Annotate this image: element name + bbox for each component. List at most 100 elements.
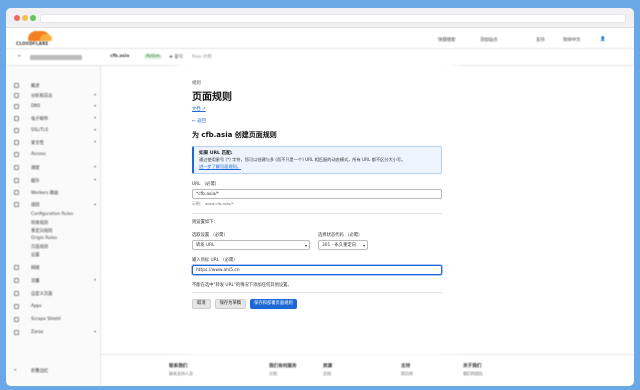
footer-column: 支持 知识库 xyxy=(401,364,413,377)
chevron-down-icon: ▾ xyxy=(93,329,96,334)
star-button[interactable]: ★ 星号 xyxy=(169,54,183,60)
sidebar-item-workers[interactable]: Workers 路由 xyxy=(6,189,101,198)
sidebar-item-ssl[interactable]: SSL/TLS ▾ xyxy=(6,127,101,136)
divider xyxy=(192,292,442,293)
sidebar-item-overview[interactable]: 概述 xyxy=(6,82,101,91)
quick-search-link[interactable]: 快捷搜索 xyxy=(438,37,456,43)
chevron-down-icon: ▾ xyxy=(93,127,96,132)
footer: 联系我们 联系支持人员 我们有何服务 计划 资源 文档 支持 知识库 关于我们 我们的团队 xyxy=(101,354,634,384)
sidebar-item-apps[interactable]: Apps xyxy=(6,303,101,312)
forwarding-note: 不能在选中"转发 URL"的情况下添加任何其他设置。 xyxy=(192,283,292,288)
chevron-down-icon: ▾ xyxy=(304,243,307,248)
footer-column: 关于我们 我们的团队 xyxy=(463,364,483,377)
access-icon xyxy=(14,152,19,157)
footer-link[interactable]: 联系支持人员 xyxy=(169,371,193,377)
sidebar-item-access[interactable]: Access xyxy=(6,151,101,160)
url-label: URL （必需） xyxy=(192,182,220,187)
cache-icon xyxy=(14,178,19,183)
sidebar-item-speed[interactable]: 速度 ▾ xyxy=(6,164,101,173)
sidebar-item-caching[interactable]: 缓存 ▾ xyxy=(6,177,101,186)
zone-bar: ← cfb.asia Active ★ 星号 Free 计划 xyxy=(6,48,634,66)
documentation-link[interactable]: 文档 ↗ xyxy=(192,106,206,112)
footer-column: 资源 文档 xyxy=(323,364,333,377)
browser-chrome xyxy=(6,8,634,28)
plan-label: Free 计划 xyxy=(192,55,212,60)
address-bar[interactable] xyxy=(40,14,626,23)
workers-icon xyxy=(14,190,19,195)
status-badge: Active xyxy=(144,54,162,59)
info-heading: 如果 URL 匹配: xyxy=(199,151,233,156)
zaraz-icon xyxy=(14,330,19,335)
top-navigation: CLOUDFLARE 快捷搜索 添加站点 支持 简体中文 👤 xyxy=(6,28,634,48)
back-arrow-icon[interactable]: ← xyxy=(18,54,22,59)
setting-label: 选取设置 （必需） xyxy=(192,233,228,238)
chevron-down-icon: ▾ xyxy=(362,243,365,248)
save-draft-button[interactable]: 保存为草稿 xyxy=(214,299,247,309)
sidebar-item-zaraz[interactable]: Zaraz ▾ xyxy=(6,329,101,338)
page-rule-form: 规则 页面规则 文档 ↗ ← 返回 为 cfb.asia 创建页面规则 如果 U… xyxy=(182,70,452,344)
sidebar-subitem[interactable]: 设置 xyxy=(6,251,101,260)
footer-link[interactable]: 文档 xyxy=(323,371,332,377)
chevron-down-icon: ▾ xyxy=(93,164,96,169)
sidebar-item-scrape-shield[interactable]: Scrape Shield xyxy=(6,316,101,325)
footer-link[interactable]: 计划 xyxy=(269,371,297,377)
divider xyxy=(192,213,442,214)
dns-icon xyxy=(14,104,19,109)
footer-link[interactable]: 我们的团队 xyxy=(463,371,483,377)
external-link-icon: ↗ xyxy=(201,107,206,112)
back-link[interactable]: ← 返回 xyxy=(192,118,442,124)
learn-more-link[interactable]: 进一步了解页面规则。 xyxy=(199,164,241,170)
form-title: 为 cfb.asia 创建页面规则 xyxy=(192,131,277,139)
cloudflare-logo[interactable]: CLOUDFLARE xyxy=(16,31,56,47)
then-settings-label: 则设置如下: xyxy=(192,220,215,225)
apps-icon xyxy=(14,304,19,309)
section-label: 规则 xyxy=(192,81,201,86)
url-input[interactable]: *cfb.asia/* xyxy=(192,189,442,199)
setting-select[interactable]: 转发 URL ▾ xyxy=(192,240,310,250)
sidebar-item-security[interactable]: 安全性 ▾ xyxy=(6,139,101,148)
lock-icon xyxy=(14,128,19,133)
sidebar-item-network[interactable]: 网络 xyxy=(6,264,101,273)
status-code-select[interactable]: 301 - 永久重定向 ▾ xyxy=(318,240,368,250)
chevron-down-icon: ▾ xyxy=(93,92,96,97)
destination-url-input[interactable]: https://www.ahi5.cn xyxy=(192,265,442,275)
destination-url-label: 输入目标 URL （必需） xyxy=(192,258,238,263)
sidebar-item-custom-pages[interactable]: 自定义页面 xyxy=(6,290,101,299)
save-deploy-button[interactable]: 保存和部署页面规则 xyxy=(250,299,297,309)
collapse-sidebar-button[interactable]: «折叠边栏 xyxy=(6,367,101,376)
chevron-down-icon: ▾ xyxy=(93,103,96,108)
network-icon xyxy=(14,265,19,270)
footer-column: 我们有何服务 计划 xyxy=(269,364,297,377)
url-hint: 示例： www.cfb.asia/* xyxy=(192,201,234,206)
chevron-down-icon: ▾ xyxy=(93,177,96,182)
support-menu[interactable]: 支持 xyxy=(536,37,545,43)
chevron-down-icon: ▾ xyxy=(93,115,96,120)
scrape-shield-icon xyxy=(14,317,19,322)
user-icon[interactable]: 👤 xyxy=(600,37,605,42)
email-icon xyxy=(14,116,19,121)
page-title: 页面规则 xyxy=(192,92,232,103)
zone-domain[interactable]: cfb.asia xyxy=(110,54,129,59)
footer-column: 联系我们 联系支持人员 xyxy=(169,364,193,377)
info-box: 如果 URL 匹配: 通过使用星号 (*) 字符，您可以创建与多 (而不只是一个… xyxy=(192,146,442,174)
chevron-down-icon: ▾ xyxy=(93,139,96,144)
speed-icon xyxy=(14,165,19,170)
sidebar-item-dns[interactable]: DNS ▾ xyxy=(6,103,101,112)
add-site-link[interactable]: 添加站点 xyxy=(480,37,498,43)
chevron-down-icon: ▾ xyxy=(93,277,96,282)
maximize-window-button[interactable] xyxy=(30,15,36,21)
rules-icon xyxy=(14,202,19,207)
sidebar-item-traffic[interactable]: 流量 ▾ xyxy=(6,277,101,286)
shield-icon xyxy=(14,140,19,145)
sidebar-item-analytics[interactable]: 分析和日志 ▾ xyxy=(6,92,101,101)
sidebar-item-rules[interactable]: 规则 ▴ xyxy=(6,201,101,210)
minimize-window-button[interactable] xyxy=(22,15,28,21)
sidebar-item-email[interactable]: 电子邮件 ▾ xyxy=(6,115,101,124)
language-menu[interactable]: 简体中文 xyxy=(563,37,581,43)
footer-link[interactable]: 知识库 xyxy=(401,371,413,377)
status-code-label: 选择状态代码 （必需） xyxy=(318,233,363,238)
close-window-button[interactable] xyxy=(14,15,20,21)
cancel-button[interactable]: 取消 xyxy=(192,299,211,309)
account-name[interactable] xyxy=(30,55,82,60)
custom-pages-icon xyxy=(14,291,19,296)
